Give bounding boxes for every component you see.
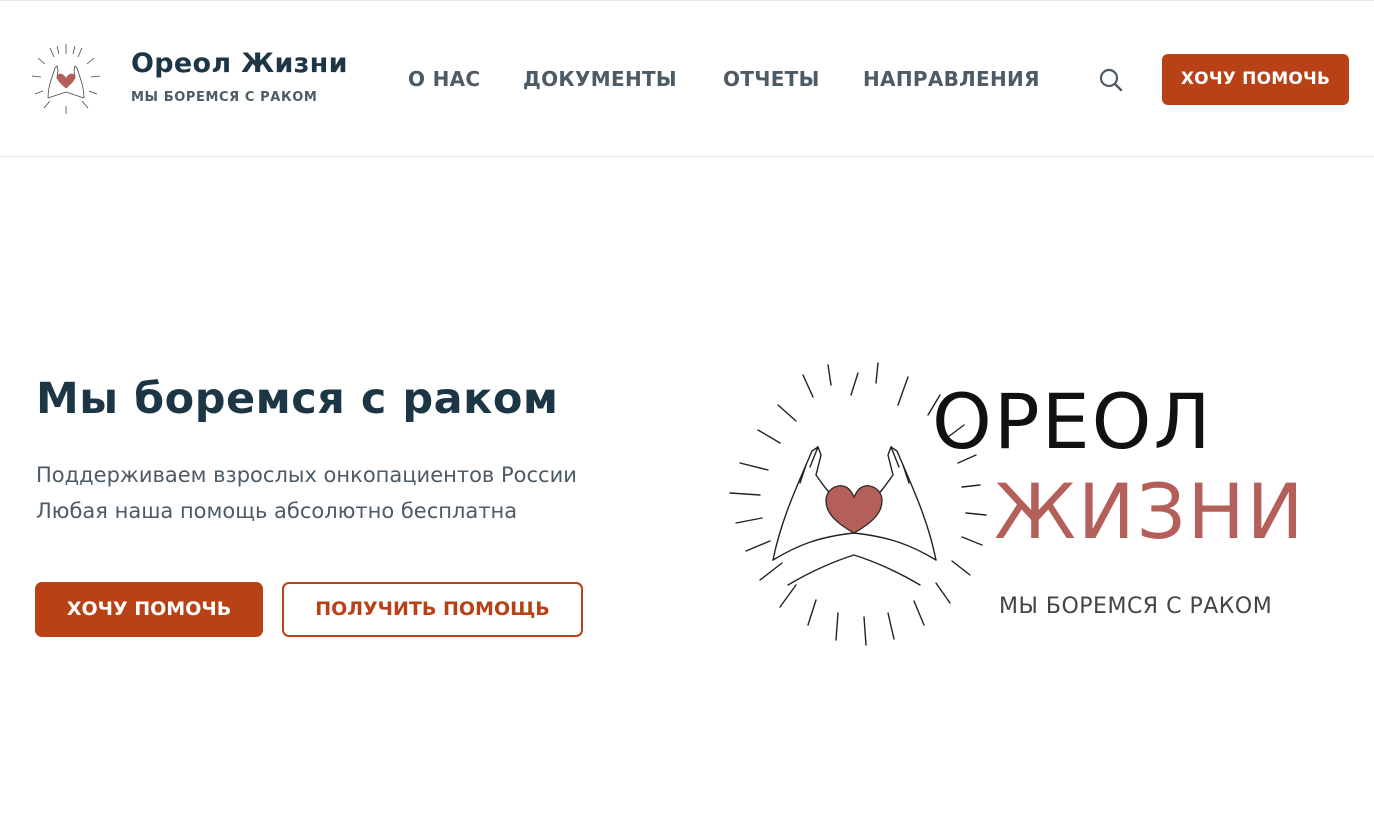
search-button[interactable] <box>1097 66 1125 94</box>
hero-subtitle-line-1: Поддерживаем взрослых онкопациентов Росс… <box>36 463 577 487</box>
hero-brand-title-line-2: ЖИЗНИ <box>994 467 1306 556</box>
hero-brand-tagline: МЫ БОРЕМСЯ С РАКОМ <box>999 594 1273 619</box>
hero-title: Мы боремся с раком <box>36 374 559 424</box>
site-tagline: МЫ БОРЕМСЯ С РАКОМ <box>131 90 318 105</box>
heart-hands-logo-icon[interactable] <box>30 42 102 116</box>
hero-subtitle-line-2: Любая наша помощь абсолютно бесплатна <box>36 499 518 523</box>
nav-item-documents[interactable]: ДОКУМЕНТЫ <box>523 64 677 94</box>
search-icon <box>1099 68 1123 92</box>
hero-brand-title-line-1: ОРЕОЛ <box>932 377 1213 466</box>
get-help-button[interactable]: ПОЛУЧИТЬ ПОМОЩЬ <box>282 582 583 637</box>
nav-item-about[interactable]: О НАС <box>408 64 480 94</box>
want-to-help-button[interactable]: ХОЧУ ПОМОЧЬ <box>35 582 263 637</box>
nav-item-directions[interactable]: НАПРАВЛЕНИЯ <box>863 64 1040 94</box>
site-header: Ореол Жизни МЫ БОРЕМСЯ С РАКОМ О НАС ДОК… <box>0 1 1374 157</box>
nav-item-reports[interactable]: ОТЧЕТЫ <box>723 64 820 94</box>
site-title[interactable]: Ореол Жизни <box>131 48 348 79</box>
header-help-button[interactable]: ХОЧУ ПОМОЧЬ <box>1162 54 1349 105</box>
